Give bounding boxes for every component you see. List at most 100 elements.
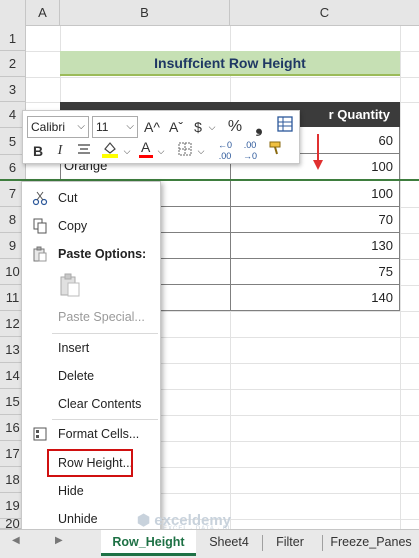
fill-color-button[interactable] xyxy=(99,140,121,162)
svg-text:A: A xyxy=(141,139,151,155)
row-header-2[interactable]: 2 xyxy=(0,51,26,77)
format-table-icon xyxy=(277,116,293,132)
sheet-tab-bar: ◀ ▶ Row_Height Sheet4 Filter Freeze_Pane… xyxy=(0,529,419,558)
table-cell[interactable]: 140 xyxy=(230,285,400,311)
menu-item-hide[interactable]: Hide xyxy=(22,478,160,504)
grow-font-icon: A^ xyxy=(144,119,160,135)
font-color-button[interactable]: A xyxy=(137,139,155,161)
table-cell[interactable] xyxy=(160,233,231,259)
currency-button[interactable]: $ xyxy=(190,116,206,138)
shrink-font-button[interactable]: Aˇ xyxy=(165,116,187,138)
clipboard-icon xyxy=(33,246,47,262)
format-painter-button[interactable] xyxy=(265,140,287,162)
tab-scroll-left-icon[interactable]: ◀ xyxy=(12,535,20,546)
shrink-font-icon: Aˇ xyxy=(169,119,183,135)
menu-item-delete[interactable]: Delete xyxy=(22,363,160,389)
increase-decimal-icon: ←0.00 xyxy=(217,140,232,161)
column-header-c[interactable]: C xyxy=(230,0,419,26)
menu-label-format-cells: Format Cells... xyxy=(58,427,140,441)
menu-item-clear-contents[interactable]: Clear Contents xyxy=(22,391,160,417)
table-cell[interactable]: 70 xyxy=(230,207,400,233)
menu-item-cut[interactable]: Cut xyxy=(22,185,160,211)
column-header-bar: A B C xyxy=(0,0,419,26)
copy-icon xyxy=(33,218,47,234)
chevron-down-icon[interactable]: ⌵ xyxy=(121,140,133,162)
row-height-highlight-box xyxy=(47,449,133,477)
menu-label-insert: Insert xyxy=(58,341,90,355)
menu-separator xyxy=(52,333,158,334)
table-cell[interactable]: 130 xyxy=(230,233,400,259)
font-size-select[interactable]: 11 ⌵ xyxy=(92,116,138,138)
table-cell[interactable] xyxy=(160,181,231,207)
chevron-down-icon[interactable]: ⌵ xyxy=(195,140,207,162)
tab-row-height[interactable]: Row_Height xyxy=(101,530,196,556)
tab-filter[interactable]: Filter xyxy=(266,530,314,556)
menu-label-paste-options: Paste Options: xyxy=(58,247,147,261)
chevron-down-icon: ⌵ xyxy=(126,121,134,132)
increase-decimal-button[interactable]: ←0.00 xyxy=(214,140,236,162)
italic-icon: I xyxy=(57,143,63,158)
decrease-decimal-icon: .00 →0 xyxy=(242,140,257,161)
scissors-icon xyxy=(32,191,48,206)
chevron-down-icon: ⌵ xyxy=(77,121,85,132)
menu-item-format-cells[interactable]: Format Cells... xyxy=(22,421,160,447)
decrease-decimal-button[interactable]: .00 →0 xyxy=(239,140,261,162)
chevron-down-icon[interactable]: ⌵ xyxy=(155,140,167,162)
menu-label-unhide: Unhide xyxy=(58,512,98,526)
align-center-button[interactable] xyxy=(75,140,93,162)
percent-button[interactable]: % xyxy=(225,116,245,138)
comma-icon: ❟ xyxy=(255,116,263,136)
format-table-button[interactable] xyxy=(275,116,295,138)
watermark-logo-icon: ⬢ xyxy=(137,512,151,529)
borders-button[interactable] xyxy=(175,140,195,162)
menu-item-paste-special[interactable]: Paste Special... xyxy=(22,304,160,330)
paintbrush-icon xyxy=(269,141,281,155)
percent-icon: % xyxy=(227,118,243,135)
font-color-icon: A xyxy=(139,139,153,158)
row-header-3[interactable]: 3 xyxy=(0,77,26,102)
tab-scroll-right-icon[interactable]: ▶ xyxy=(55,535,63,546)
borders-icon xyxy=(178,142,192,156)
menu-item-paste-options: Paste Options: xyxy=(22,241,160,267)
fill-color-icon xyxy=(102,142,118,158)
bold-icon: B xyxy=(32,143,44,159)
tab-separator xyxy=(262,535,263,551)
font-name-select[interactable]: Calibri ⌵ xyxy=(27,116,89,138)
table-cell[interactable] xyxy=(160,207,231,233)
sheet-title[interactable]: Insuffcient Row Height xyxy=(60,51,400,76)
table-cell[interactable] xyxy=(160,259,231,285)
bold-button[interactable]: B xyxy=(29,140,47,162)
table-cell[interactable]: 75 xyxy=(230,259,400,285)
paste-icon xyxy=(60,273,80,297)
table-cell[interactable] xyxy=(160,285,231,311)
chevron-down-icon[interactable]: ⌵ xyxy=(206,116,218,138)
menu-label-copy: Copy xyxy=(58,219,88,233)
tab-freeze-panes[interactable]: Freeze_Panes xyxy=(328,530,414,556)
row-header-1[interactable]: 1 xyxy=(0,26,26,51)
format-cells-icon xyxy=(33,427,47,441)
menu-label-delete: Delete xyxy=(58,369,95,383)
italic-button[interactable]: I xyxy=(51,140,69,162)
menu-item-copy[interactable]: Copy xyxy=(22,213,160,239)
menu-label-cut: Cut xyxy=(58,191,78,205)
grow-font-button[interactable]: A^ xyxy=(141,116,163,138)
mini-toolbar: Calibri ⌵ 11 ⌵ A^ Aˇ $ ⌵ % ❟ B I ⌵ A ⌵ ⌵ xyxy=(22,110,300,164)
annotation-arrow-head xyxy=(313,160,323,170)
menu-label-paste-special: Paste Special... xyxy=(58,310,145,324)
select-all-corner[interactable] xyxy=(0,0,26,26)
align-center-icon xyxy=(78,144,90,154)
currency-icon: $ xyxy=(194,119,202,135)
font-name-value: Calibri xyxy=(31,120,66,134)
paste-button[interactable] xyxy=(58,272,84,298)
font-size-value: 11 xyxy=(96,120,109,134)
table-cell[interactable]: 100 xyxy=(230,181,400,207)
tab-sheet4[interactable]: Sheet4 xyxy=(200,530,258,556)
menu-label-hide: Hide xyxy=(58,484,84,498)
comma-style-button[interactable]: ❟ xyxy=(251,115,267,137)
column-header-a[interactable]: A xyxy=(26,0,60,26)
tab-separator xyxy=(322,535,323,551)
column-header-b[interactable]: B xyxy=(60,0,230,26)
menu-separator xyxy=(52,419,158,420)
context-menu: Cut Copy Paste Options: Paste Special...… xyxy=(21,181,161,533)
menu-item-insert[interactable]: Insert xyxy=(22,335,160,361)
